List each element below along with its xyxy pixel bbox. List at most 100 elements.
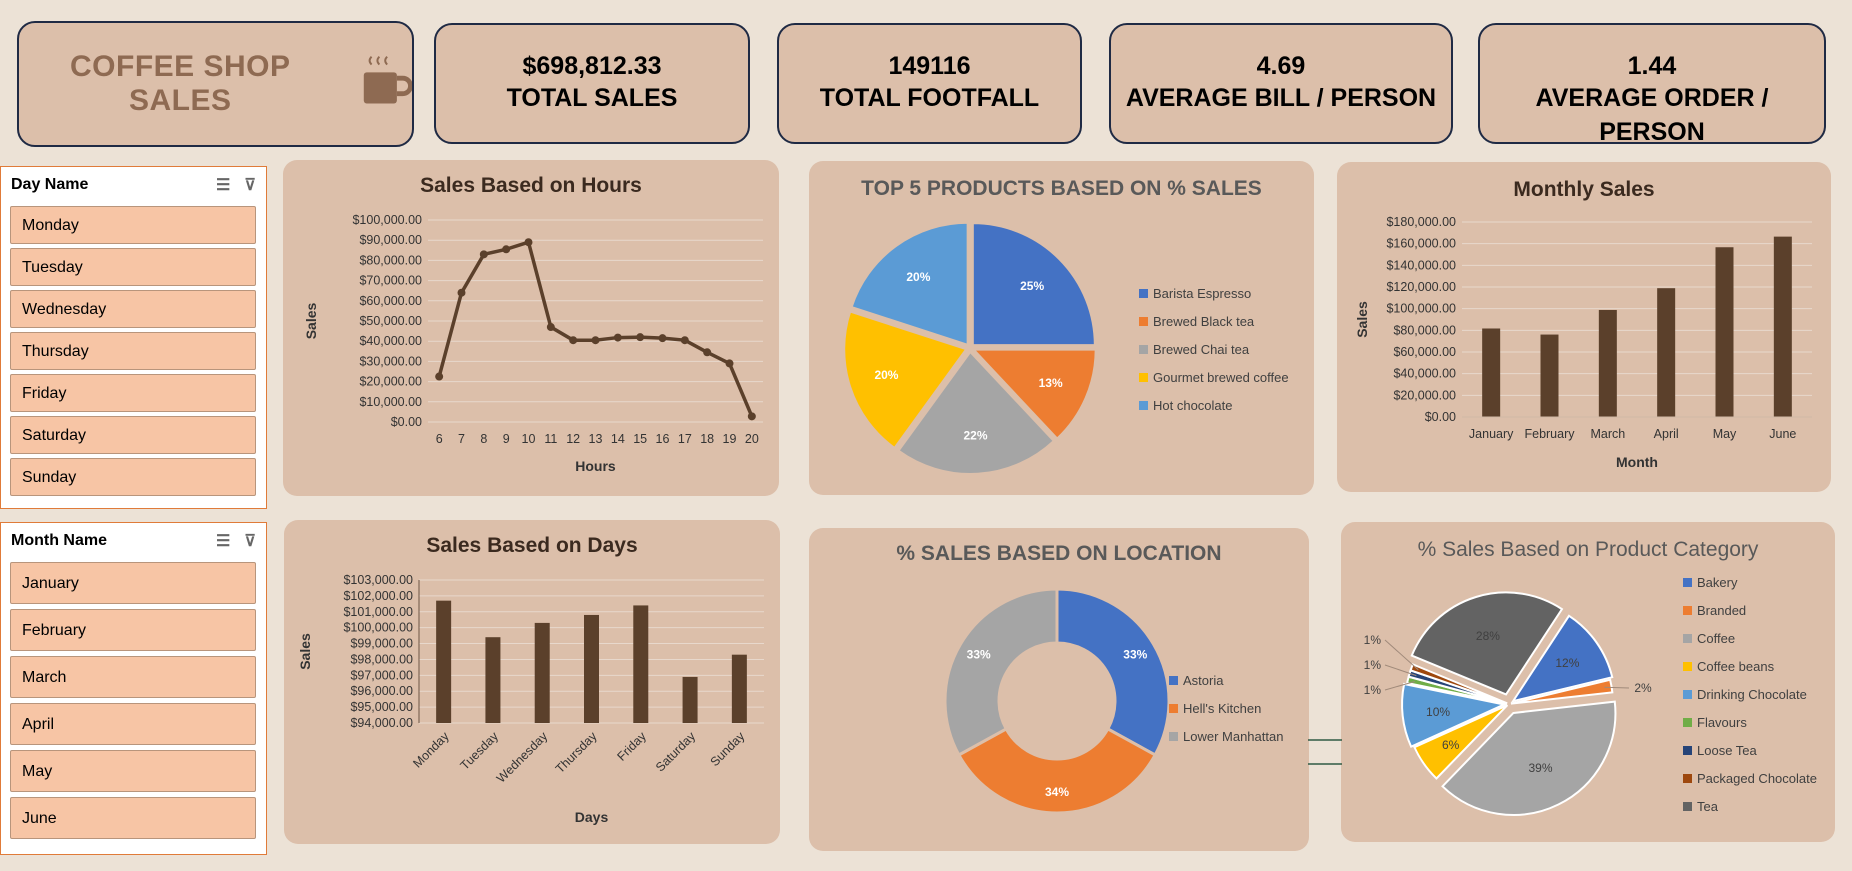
x-tick-label: 9: [503, 432, 510, 446]
data-point: [502, 245, 511, 254]
x-tick-label: 6: [436, 432, 443, 446]
dashboard-title: COFFEE SHOP SALES: [70, 50, 291, 117]
slicer-item-march[interactable]: March: [10, 656, 256, 698]
slicer-item-january[interactable]: January: [10, 562, 256, 604]
legend-item: Brewed Black tea: [1139, 307, 1289, 335]
kpi-label: AVERAGE ORDER / PERSON: [1535, 84, 1769, 146]
kpi-average-order: 1.44 AVERAGE ORDER / PERSON: [1478, 23, 1826, 146]
x-tick-label: Thursday: [553, 729, 600, 776]
slicer-item-february[interactable]: February: [10, 609, 256, 651]
legend-item: Astoria: [1169, 666, 1283, 694]
kpi-label: TOTAL FOOTFALL: [819, 84, 1040, 112]
x-tick-label: Sunday: [708, 729, 748, 769]
y-tick-label: $50,000.00: [359, 314, 422, 328]
data-label: 28%: [1476, 629, 1500, 643]
legend-item: Drinking Chocolate: [1683, 680, 1817, 708]
legend-swatch: [1169, 675, 1178, 685]
y-tick-label: $95,000.00: [350, 700, 413, 714]
data-point: [524, 238, 533, 247]
legend-swatch: [1169, 731, 1178, 741]
slicer-item-june[interactable]: June: [10, 797, 256, 839]
legend-item: Bakery: [1683, 568, 1817, 596]
y-tick-label: $96,000.00: [350, 684, 413, 698]
chart-sales-location: 33% 34% 33% % SALES BASED ON LOCATION Asto…: [809, 528, 1309, 851]
legend-label: Barista Espresso: [1153, 285, 1252, 301]
legend-swatch: [1139, 288, 1148, 298]
legend-item: Flavours: [1683, 708, 1817, 736]
legend-label: Packaged Chocolate: [1697, 770, 1817, 786]
legend-swatch: [1169, 703, 1178, 713]
legend-label: Brewed Black tea: [1153, 313, 1255, 329]
bar: [682, 676, 698, 723]
x-tick-label: 16: [656, 432, 670, 446]
donut-slice: [956, 726, 1158, 815]
legend-item: Hot chocolate: [1139, 391, 1289, 419]
legend-label: Drinking Chocolate: [1697, 686, 1807, 702]
multi-select-icon[interactable]: ☰: [216, 175, 230, 195]
bar: [731, 654, 747, 723]
y-tick-label: $60,000.00: [1393, 345, 1456, 359]
bar: [1657, 288, 1676, 417]
legend-swatch: [1683, 773, 1692, 783]
data-label: 33%: [967, 648, 991, 662]
y-tick-label: $97,000.00: [350, 668, 413, 682]
legend-swatch: [1139, 372, 1148, 382]
kpi-value: $698,812.33: [522, 52, 662, 80]
clear-filter-icon[interactable]: ⊽: [244, 531, 256, 551]
legend-swatch: [1683, 633, 1692, 643]
data-point: [658, 334, 667, 343]
y-tick-label: $10,000.00: [359, 395, 422, 409]
month-name-slicer: Month Name ☰ ⊽ January February March Ap…: [0, 522, 267, 855]
x-tick-label: June: [1769, 427, 1796, 441]
y-tick-label: $140,000.00: [1386, 258, 1456, 272]
slicer-title: Month Name: [11, 532, 107, 549]
data-point: [680, 336, 689, 345]
kpi-value: 1.44: [1627, 52, 1677, 80]
slicer-item-sunday[interactable]: Sunday: [10, 458, 256, 496]
chart-svg: $180,000.00 $160,000.00 $140,000.00 $120,00…: [1354, 215, 1812, 470]
data-label: 34%: [1045, 785, 1069, 799]
x-tick-label: 19: [723, 432, 737, 446]
data-label: 6%: [1442, 738, 1460, 752]
chart-legend: Barista Espresso Brewed Black tea Brewed C…: [1139, 279, 1289, 419]
x-tick-label: March: [1590, 427, 1625, 441]
legend-label: Astoria: [1183, 672, 1224, 688]
kpi-value: 149116: [888, 52, 971, 80]
data-point: [435, 372, 444, 381]
slicer-item-april[interactable]: April: [10, 703, 256, 745]
slicer-item-saturday[interactable]: Saturday: [10, 416, 256, 454]
y-tick-label: $98,000.00: [350, 652, 413, 666]
slicer-item-may[interactable]: May: [10, 750, 256, 792]
multi-select-icon[interactable]: ☰: [216, 531, 230, 551]
y-tick-label: $160,000.00: [1386, 237, 1456, 251]
y-tick-label: $80,000.00: [359, 253, 422, 267]
y-axis-label: Sales: [303, 302, 319, 339]
y-axis-label: Sales: [1354, 301, 1370, 338]
day-name-slicer: Day Name ☰ ⊽ Monday Tuesday Wednesday Th…: [0, 166, 267, 509]
series-line: [437, 240, 754, 418]
data-label: 39%: [1528, 761, 1552, 775]
y-tick-label: $20,000.00: [359, 375, 422, 389]
legend-item: Packaged Chocolate: [1683, 764, 1817, 792]
slicer-item-tuesday[interactable]: Tuesday: [10, 248, 256, 286]
y-tick-label: $40,000.00: [1393, 367, 1456, 381]
slicer-item-friday[interactable]: Friday: [10, 374, 256, 412]
x-tick-label: 14: [611, 432, 625, 446]
data-point: [457, 288, 466, 297]
data-label: 20%: [906, 270, 930, 284]
donut-slice: [1055, 587, 1171, 757]
slicer-item-wednesday[interactable]: Wednesday: [10, 290, 256, 328]
x-tick-label: 18: [700, 432, 714, 446]
legend-label: Lower Manhattan: [1183, 728, 1284, 744]
data-point: [569, 336, 578, 345]
x-tick-label: Monday: [410, 729, 452, 771]
clear-filter-icon[interactable]: ⊽: [244, 175, 256, 195]
bar: [436, 600, 452, 723]
legend-label: Gourmet brewed coffee: [1153, 369, 1289, 385]
slicer-item-monday[interactable]: Monday: [10, 206, 256, 244]
data-label: 1%: [1364, 683, 1382, 697]
legend-label: Bakery: [1697, 574, 1738, 590]
chart-top-products: 25% 13% 22% 20% 20% TOP 5 PRODUCTS BASED ON …: [809, 161, 1314, 495]
slicer-item-thursday[interactable]: Thursday: [10, 332, 256, 370]
legend-item: Hell's Kitchen: [1169, 694, 1283, 722]
